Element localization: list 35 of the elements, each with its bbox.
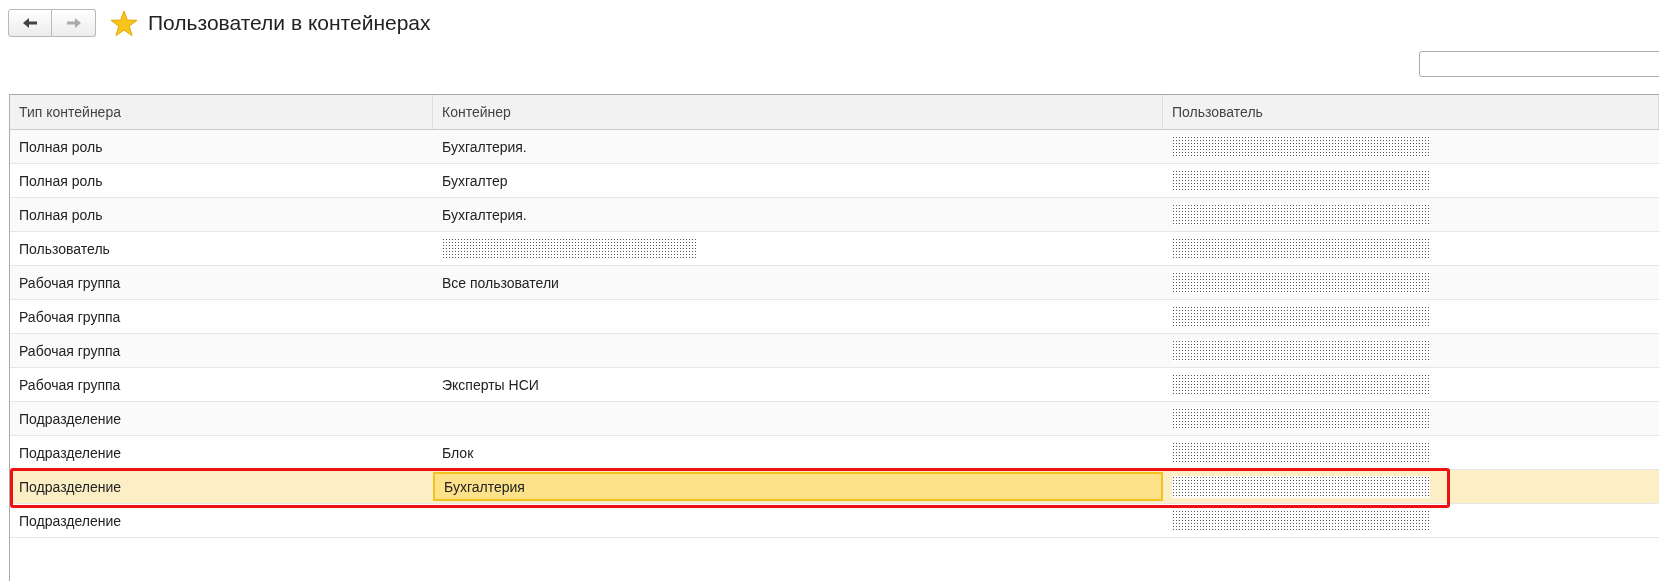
forward-arrow-icon [65,17,82,29]
table-cell: Подразделение [19,410,122,427]
favorite-star-icon[interactable] [110,9,138,37]
back-arrow-icon [22,17,38,29]
search-field[interactable] [1419,51,1659,77]
table-cell: Рабочая группа [19,342,121,359]
table-row[interactable]: Подразделение [10,504,1659,538]
table-cell: Полная роль [19,138,103,155]
table-cell: Рабочая группа [19,376,121,393]
table-cell: Подразделение [19,478,122,495]
table-cell: Эксперты НСИ [442,376,539,393]
table-row[interactable]: Полная роль Бухгалтерия. [10,198,1659,232]
table-cell: Подразделение [19,444,122,461]
table-cell: Бухгалтер [442,172,508,189]
table-row[interactable]: Рабочая группа [10,334,1659,368]
table-cell: Все пользователи [442,274,559,291]
back-button[interactable] [8,9,52,37]
table-row[interactable]: Подразделение Блок [10,436,1659,470]
table-cell: Блок [442,444,474,461]
table-cell: Рабочая группа [19,308,121,325]
table-cell: Пользователь [19,240,110,257]
column-header[interactable]: Пользователь [1163,95,1659,129]
table-row[interactable]: Рабочая группа Все пользователи [10,266,1659,300]
column-header[interactable]: Контейнер [433,95,1163,129]
table-row[interactable]: Полная роль Бухгалтерия. [10,130,1659,164]
table-row[interactable]: Подразделение [10,402,1659,436]
table-cell: Рабочая группа [19,274,121,291]
table-cell: Полная роль [19,172,103,189]
table-cell: Подразделение [19,512,122,529]
table-cell: Бухгалтерия. [442,206,527,223]
table-cell: Бухгалтерия [444,478,525,495]
table-cell: Полная роль [19,206,103,223]
page-title: Пользователи в контейнерах [148,11,431,35]
table-cell: Бухгалтерия. [442,138,527,155]
column-header[interactable]: Тип контейнера [10,95,433,129]
